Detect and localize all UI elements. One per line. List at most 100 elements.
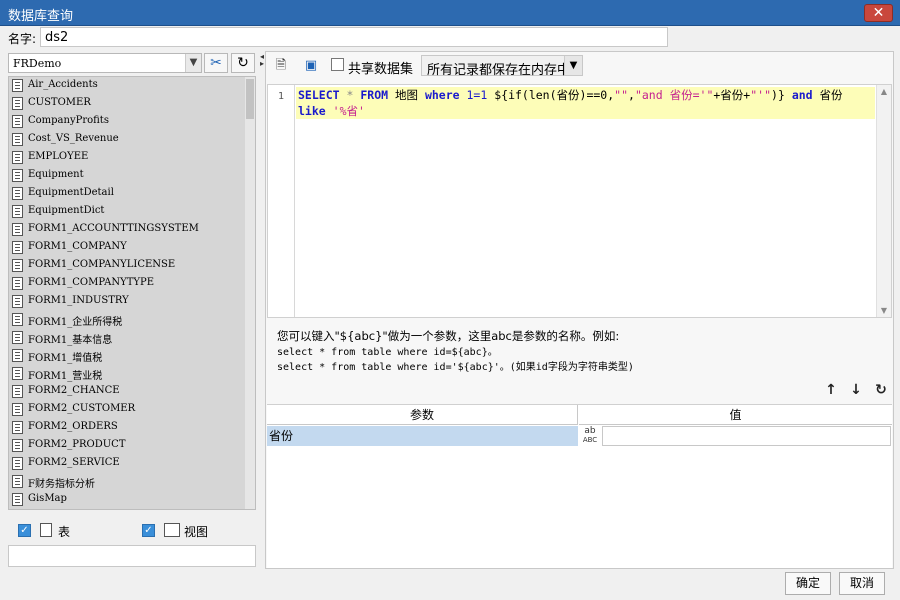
scroll-down-icon[interactable]: ▼ — [877, 306, 891, 315]
table-icon — [12, 331, 23, 344]
cancel-button[interactable]: 取消 — [839, 572, 885, 595]
tools-icon: ✂ — [210, 55, 222, 71]
show-tables-label: 表 — [58, 525, 71, 539]
table-icon — [12, 79, 23, 92]
line-number-gutter: 1 — [268, 85, 295, 317]
list-item[interactable]: Air_Accidents — [9, 77, 255, 95]
list-item[interactable]: FORM1_营业税 — [9, 365, 255, 383]
save-query-button[interactable]: ▣ — [302, 56, 320, 76]
param-type: ABC — [582, 436, 598, 444]
refresh-icon: ↻ — [237, 55, 249, 71]
table-name: FORM1_COMPANYLICENSE — [28, 259, 176, 270]
refresh-params-button[interactable]: ↻ — [873, 381, 889, 399]
list-item[interactable]: GisMap — [9, 491, 255, 509]
ok-button[interactable]: 确定 — [785, 572, 831, 595]
list-item[interactable]: FORM2_PRODUCT — [9, 437, 255, 455]
list-item[interactable]: FORM2_CUSTOMER — [9, 401, 255, 419]
table-search-input[interactable] — [8, 545, 256, 567]
table-filter-row: ✓ 表 ✓ 视图 — [8, 520, 256, 542]
name-input[interactable]: ds2 — [40, 27, 668, 47]
table-icon — [12, 133, 23, 146]
move-up-button[interactable]: ↑ — [823, 381, 839, 399]
table-icon — [40, 523, 52, 537]
table-list-scrollbar[interactable] — [245, 77, 255, 509]
table-icon — [12, 475, 23, 488]
table-name: FORM1_ACCOUNTTINGSYSTEM — [28, 223, 199, 234]
list-item[interactable]: FORM1_COMPANYTYPE — [9, 275, 255, 293]
refresh-icon: ↻ — [875, 382, 887, 398]
connection-select[interactable]: FRDemo ▼ — [8, 53, 202, 73]
sql-string: "and — [634, 88, 663, 102]
sql-formula: , — [628, 88, 635, 102]
sql-string: 省份='" — [669, 88, 714, 102]
chevron-down-icon[interactable]: ▼ — [185, 54, 201, 72]
sql-string: "'" — [750, 88, 772, 102]
sql-code[interactable]: SELECT * FROM 地图 where 1=1 ${if(len(省份)=… — [296, 85, 875, 119]
param-value-input[interactable] — [602, 426, 891, 446]
list-item[interactable]: CUSTOMER — [9, 95, 255, 113]
table-list[interactable]: Air_Accidents CUSTOMER CompanyProfits Cost_… — [8, 76, 256, 510]
refresh-tables-button[interactable]: ↻ — [231, 53, 255, 73]
list-item[interactable]: FORM1_INDUSTRY — [9, 293, 255, 311]
list-item[interactable]: Equipment — [9, 167, 255, 185]
move-down-button[interactable]: ↓ — [848, 381, 864, 399]
preview-button[interactable]: 🗎 — [272, 56, 290, 76]
list-item[interactable]: FORM1_COMPANY — [9, 239, 255, 257]
table-icon — [12, 313, 23, 326]
view-icon — [164, 523, 180, 537]
preview-icon: 🗎 — [275, 58, 287, 73]
table-name: FORM2_CHANCE — [28, 385, 120, 396]
sql-keyword: SELECT — [298, 88, 340, 102]
storage-mode-value: 所有记录都保存在内存中 — [427, 63, 571, 78]
left-panel: FRDemo ▼ ✂ ↻ ◂ ▸ Air_Accidents CUSTOMER Co… — [6, 51, 264, 569]
table-row[interactable]: 省份 ab ABC — [267, 426, 892, 446]
list-item[interactable]: CompanyProfits — [9, 113, 255, 131]
table-icon — [12, 259, 23, 272]
chevron-down-icon[interactable]: ▼ — [564, 56, 582, 75]
list-item[interactable]: FORM1_ACCOUNTTINGSYSTEM — [9, 221, 255, 239]
list-item[interactable]: Cost_VS_Revenue — [9, 131, 255, 149]
storage-mode-select[interactable]: 所有记录都保存在内存中 ▼ — [421, 55, 583, 78]
list-item[interactable]: F财务指标分析 — [9, 473, 255, 491]
table-icon — [12, 403, 23, 416]
table-icon — [12, 349, 23, 362]
text-type-icon[interactable]: ab ABC — [579, 427, 601, 445]
table-icon — [12, 97, 23, 110]
sql-string: "" — [614, 88, 629, 102]
sql-keyword: like — [298, 104, 326, 118]
sql-operator: * — [346, 88, 354, 102]
list-item[interactable]: FORM1_增值税 — [9, 347, 255, 365]
show-views-checkbox[interactable]: ✓ — [142, 524, 155, 537]
table-icon — [12, 241, 23, 254]
editor-scrollbar[interactable]: ▲ ▼ — [876, 85, 891, 317]
show-tables-checkbox[interactable]: ✓ — [18, 524, 31, 537]
scroll-up-icon[interactable]: ▲ — [877, 87, 891, 96]
name-label: 名字: — [8, 32, 37, 46]
list-item[interactable]: FORM2_CHANCE — [9, 383, 255, 401]
table-name: FORM2_ORDERS — [28, 421, 118, 432]
table-icon — [12, 169, 23, 182]
close-button[interactable]: ✕ — [864, 4, 893, 22]
scrollbar-thumb[interactable] — [246, 79, 254, 119]
line-number: 1 — [278, 91, 285, 102]
share-dataset-checkbox[interactable] — [331, 58, 344, 71]
share-dataset-label: 共享数据集 — [348, 62, 414, 77]
connection-settings-button[interactable]: ✂ — [204, 53, 228, 73]
sql-keyword: where — [424, 88, 460, 102]
list-item[interactable]: EquipmentDetail — [9, 185, 255, 203]
list-item[interactable]: FORM1_COMPANYLICENSE — [9, 257, 255, 275]
list-item[interactable]: FORM1_基本信息 — [9, 329, 255, 347]
list-item[interactable]: FORM2_ORDERS — [9, 419, 255, 437]
sql-table-name: 地图 — [395, 88, 418, 102]
list-item[interactable]: EMPLOYEE — [9, 149, 255, 167]
show-views-label: 视图 — [184, 525, 209, 539]
table-icon — [12, 151, 23, 164]
table-name: FORM1_增值税 — [28, 353, 103, 364]
table-name: FORM2_CUSTOMER — [28, 403, 136, 414]
sql-editor[interactable]: 1 SELECT * FROM 地图 where 1=1 ${if(len(省份… — [267, 84, 892, 318]
hint-example: select * from table where id=${abc}。 — [277, 347, 498, 358]
list-item[interactable]: FORM2_SERVICE — [9, 455, 255, 473]
list-item[interactable]: FORM1_企业所得税 — [9, 311, 255, 329]
list-item[interactable]: EquipmentDict — [9, 203, 255, 221]
sql-line: like '%省' — [296, 103, 875, 119]
